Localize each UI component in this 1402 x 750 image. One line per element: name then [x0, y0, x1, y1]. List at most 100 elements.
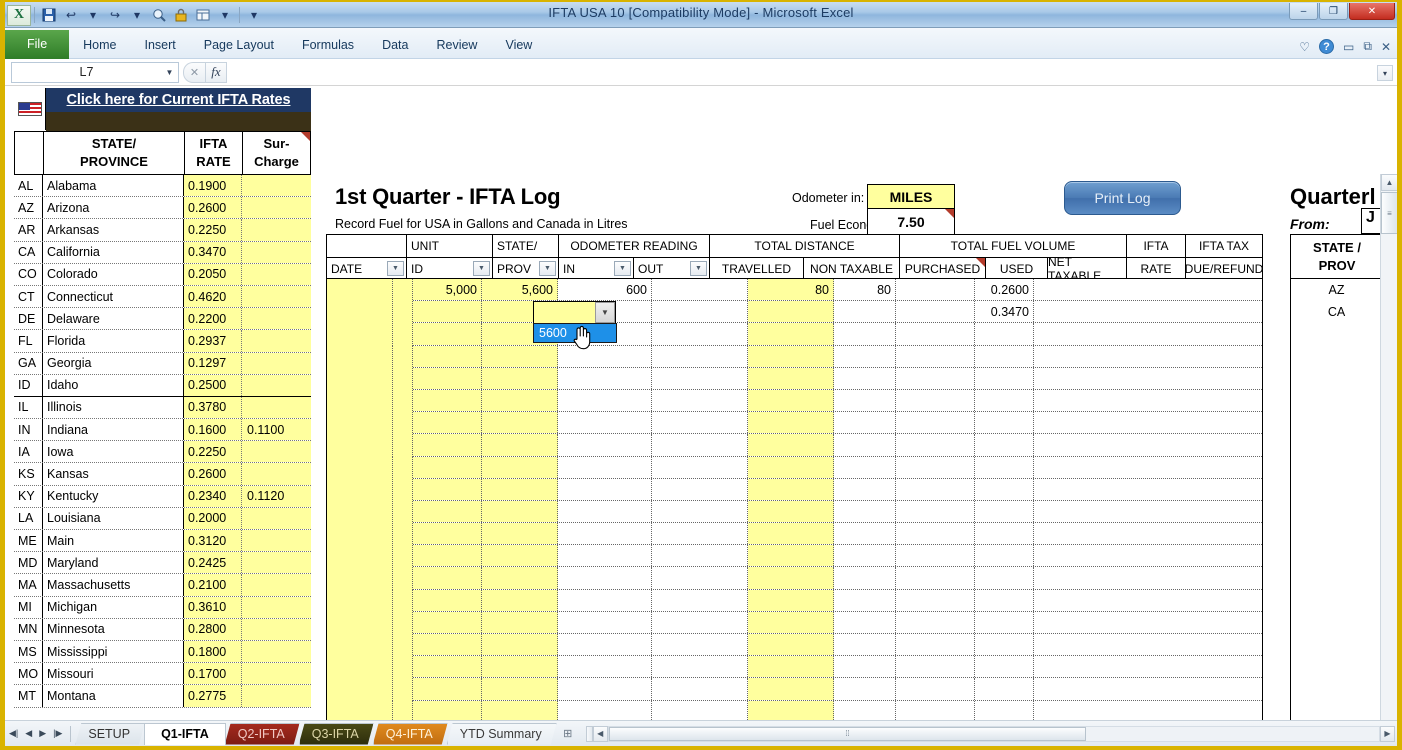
cell-net_taxable[interactable] [896, 478, 975, 500]
cell-odo_in[interactable] [407, 611, 482, 633]
cell-purchased[interactable] [748, 412, 834, 434]
formula-input[interactable] [227, 61, 1371, 83]
cell-tax[interactable] [1034, 478, 1110, 500]
close-button[interactable]: ✕ [1349, 3, 1395, 20]
cell-rate[interactable] [975, 656, 1034, 678]
horizontal-scroll-thumb[interactable]: ⁞⁞ [608, 726, 1087, 741]
table-row[interactable]: 03-JanTruck 1CA0.3470 [327, 301, 1262, 728]
odometer-unit-value[interactable]: MILES [867, 184, 955, 209]
cell-tax[interactable] [1034, 323, 1110, 345]
first-sheet-icon[interactable]: ◀| [9, 728, 18, 739]
cell-odo_out[interactable] [482, 656, 558, 678]
rates-row[interactable]: MA Massachusetts 0.2100 [14, 574, 311, 597]
print-log-button[interactable]: Print Log [1064, 181, 1181, 215]
cell-rate[interactable] [975, 634, 1034, 656]
cell-travelled[interactable] [558, 456, 652, 478]
cell-non_taxable[interactable] [652, 523, 748, 545]
cell-used[interactable] [834, 323, 896, 345]
summary-row[interactable] [1291, 479, 1382, 501]
cell-rate[interactable] [975, 545, 1034, 567]
filter-dropdown-icon-out[interactable]: ▼ [690, 261, 707, 276]
chevron-down-icon[interactable]: ▼ [161, 68, 178, 77]
cell-rate[interactable] [975, 412, 1034, 434]
sheet-tab-q3-ifta[interactable]: Q3-IFTA [299, 723, 374, 745]
cell-travelled[interactable] [558, 567, 652, 589]
filter-dropdown-icon-state[interactable]: ▼ [539, 261, 556, 276]
rates-row[interactable]: CA California 0.3470 [14, 241, 311, 264]
cell-net_taxable[interactable] [896, 656, 975, 678]
cell-tax[interactable] [1034, 678, 1110, 700]
cell-non_taxable[interactable] [652, 634, 748, 656]
table-row[interactable] [327, 367, 1262, 728]
cell-net_taxable[interactable] [896, 589, 975, 611]
cell-odo_out[interactable] [482, 345, 558, 367]
summary-row[interactable] [1291, 656, 1382, 678]
cell-purchased[interactable] [748, 523, 834, 545]
filter-dropdown-icon-unit[interactable]: ▼ [473, 261, 490, 276]
cell-tax[interactable] [1034, 345, 1110, 367]
table-row[interactable] [327, 589, 1262, 728]
cell-rate[interactable] [975, 367, 1034, 389]
cell-net_taxable[interactable] [896, 434, 975, 456]
cell-net_taxable[interactable] [896, 545, 975, 567]
table-row[interactable] [327, 611, 1262, 728]
cell-purchased[interactable] [748, 434, 834, 456]
cell-dropdown-button[interactable]: ▼ [595, 302, 615, 323]
cell-purchased[interactable] [748, 301, 834, 323]
cell-non_taxable[interactable] [652, 456, 748, 478]
tab-data[interactable]: Data [368, 32, 422, 59]
cell-purchased[interactable] [748, 611, 834, 633]
cell-purchased[interactable] [748, 589, 834, 611]
rates-row[interactable]: MO Missouri 0.1700 [14, 663, 311, 686]
sheet-tab-q4-ifta[interactable]: Q4-IFTA [373, 723, 448, 745]
rates-row[interactable]: AR Arkansas 0.2250 [14, 219, 311, 242]
cell-odo_in[interactable] [407, 656, 482, 678]
tab-formulas[interactable]: Formulas [288, 32, 368, 59]
cell-odo_out[interactable] [482, 389, 558, 412]
cell-used[interactable] [834, 523, 896, 545]
cell-rate[interactable]: 0.3470 [975, 301, 1034, 323]
cell-odo_in[interactable] [407, 345, 482, 367]
cell-non_taxable[interactable] [652, 367, 748, 389]
cell-rate[interactable] [975, 611, 1034, 633]
cell-odo_out[interactable] [482, 678, 558, 700]
cell-rate[interactable] [975, 523, 1034, 545]
rates-row[interactable]: KY Kentucky 0.2340 0.1120 [14, 485, 311, 508]
cell-travelled[interactable] [558, 389, 652, 412]
cell-tax[interactable] [1034, 523, 1110, 545]
cell-odo_out[interactable] [482, 634, 558, 656]
ribbon-options-icon[interactable]: ♡ [1299, 40, 1310, 54]
tab-review[interactable]: Review [422, 32, 491, 59]
rates-row[interactable]: MD Maryland 0.2425 [14, 552, 311, 575]
vertical-scrollbar[interactable]: ▲ ≡ ▼ [1380, 174, 1397, 728]
cell-odo_out[interactable] [482, 434, 558, 456]
cell-odo_in[interactable] [407, 589, 482, 611]
cell-used[interactable] [834, 589, 896, 611]
cell-used[interactable] [834, 456, 896, 478]
restore-button[interactable]: ❐ [1319, 3, 1348, 20]
sheet-tab-setup[interactable]: SETUP [75, 723, 145, 745]
summary-row[interactable] [1291, 567, 1382, 589]
table-row[interactable] [327, 323, 1262, 728]
rates-row[interactable]: DE Delaware 0.2200 [14, 308, 311, 331]
rates-row[interactable]: KS Kansas 0.2600 [14, 463, 311, 486]
next-sheet-icon[interactable]: ▶ [39, 728, 46, 739]
rates-row[interactable]: CO Colorado 0.2050 [14, 263, 311, 286]
cell-odo_out[interactable] [482, 545, 558, 567]
sheet-tab-q1-ifta[interactable]: Q1-IFTA [144, 722, 226, 745]
scroll-up-icon[interactable]: ▲ [1381, 174, 1397, 191]
cell-non_taxable[interactable] [652, 700, 748, 722]
cell-purchased[interactable] [748, 500, 834, 523]
cell-rate[interactable] [975, 434, 1034, 456]
rates-row[interactable]: CT Connecticut 0.4620 [14, 285, 311, 309]
summary-row[interactable] [1291, 457, 1382, 479]
restore-window-icon[interactable]: ⧉ [1363, 39, 1372, 54]
table-row[interactable] [327, 500, 1262, 728]
cell-net_taxable[interactable] [896, 367, 975, 389]
table-row[interactable] [327, 478, 1262, 728]
cell-used[interactable] [834, 634, 896, 656]
cell-odo_out[interactable] [482, 611, 558, 633]
cell-rate[interactable] [975, 456, 1034, 478]
sheet-tabs[interactable]: SETUP Q1-IFTA Q2-IFTA Q3-IFTA Q4-IFTA YTD Sum… [75, 722, 555, 745]
cell-odo_in[interactable] [407, 456, 482, 478]
